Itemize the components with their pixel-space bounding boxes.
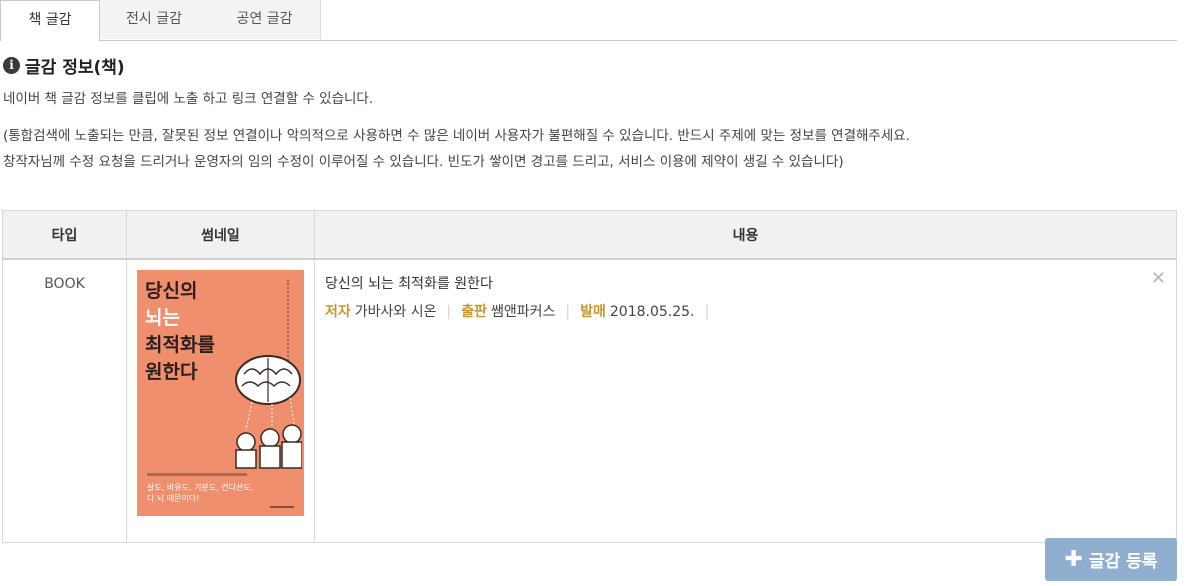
add-material-label: 글감 등록 — [1088, 552, 1158, 572]
header-content: 내용 — [314, 210, 1177, 260]
date-label: 발매 — [580, 304, 606, 320]
meta-separator: | — [565, 304, 571, 320]
cover-title-line: 당신의 — [145, 280, 198, 302]
table-header-row: 타입 썸네일 내용 — [2, 210, 1177, 260]
type-cell: BOOK — [2, 258, 127, 543]
material-table: 타입 썸네일 내용 BOOK 당신의 뇌는 최적화를 원한다 살도, 비유도, … — [2, 210, 1177, 543]
notice-line: 창작자님께 수정 요청을 드리거나 운영자의 임의 수정이 이루어질 수 있습니… — [3, 154, 844, 170]
publisher-value: 쌤앤파커스 — [490, 304, 556, 320]
plus-icon: ✚ — [1064, 546, 1083, 572]
notice: (통합검색에 노출되는 만큼, 잘못된 정보 연결이나 악의적으로 사용하면 수… — [3, 123, 910, 175]
brain-illustration — [235, 355, 302, 469]
remove-icon[interactable]: ✕ — [1151, 270, 1166, 288]
cover-author-line — [147, 473, 247, 476]
book-title: 당신의 뇌는 최적화를 원한다 — [325, 276, 493, 292]
date-value: 2018.05.25. — [609, 304, 695, 320]
section-header: i 글감 정보(책) — [3, 54, 125, 78]
cover-footer-line: 살도, 비유도, 기분도, 건디션도, — [147, 483, 254, 492]
cover-footer: 살도, 비유도, 기분도, 건디션도, 다 뇌 때문이다! — [147, 482, 253, 504]
author-value: 가바사와 시온 — [354, 304, 437, 320]
cover-title-line: 뇌는 — [145, 307, 180, 329]
tab-exhibition[interactable]: 전시 글감 — [99, 0, 210, 39]
book-cover-thumbnail: 당신의 뇌는 최적화를 원한다 살도, 비유도, 기분도, 건디션도, 다 뇌 … — [137, 270, 304, 516]
book-meta: 저자 가바사와 시온 | 출판 쌤앤파커스 | 발매 2018.05.25. | — [325, 301, 1176, 321]
author-label: 저자 — [325, 304, 351, 320]
add-material-button[interactable]: ✚ 글감 등록 — [1045, 538, 1177, 581]
thumbnail-cell: 당신의 뇌는 최적화를 원한다 살도, 비유도, 기분도, 건디션도, 다 뇌 … — [126, 258, 315, 543]
header-type: 타입 — [2, 210, 127, 260]
section-title: 글감 정보(책) — [25, 57, 125, 78]
meta-separator: | — [704, 304, 710, 320]
cover-title-line: 원한다 — [145, 361, 198, 383]
cover-footer-line: 다 뇌 때문이다! — [147, 494, 200, 503]
header-thumbnail: 썸네일 — [126, 210, 315, 260]
section-description: 네이버 책 글감 정보를 클립에 노출 하고 링크 연결할 수 있습니다. — [3, 91, 374, 107]
tab-book[interactable]: 책 글감 — [0, 0, 100, 41]
meta-separator: | — [446, 304, 452, 320]
cover-title-line: 최적화를 — [145, 334, 215, 356]
content-cell: 당신의 뇌는 최적화를 원한다 저자 가바사와 시온 | 출판 쌤앤파커스 | 발매 2018… — [314, 258, 1177, 543]
table-row: BOOK 당신의 뇌는 최적화를 원한다 살도, 비유도, 기분도, 건디션도,… — [2, 258, 1177, 543]
notice-line: (통합검색에 노출되는 만큼, 잘못된 정보 연결이나 악의적으로 사용하면 수… — [3, 128, 910, 144]
publisher-label: 출판 — [461, 304, 487, 320]
publisher-logo — [270, 500, 294, 508]
tab-bar: 책 글감 전시 글감 공연 글감 — [0, 0, 1177, 41]
info-icon: i — [3, 56, 20, 74]
tab-performance[interactable]: 공연 글감 — [209, 0, 321, 39]
cover-title: 당신의 뇌는 최적화를 원한다 — [145, 278, 215, 386]
